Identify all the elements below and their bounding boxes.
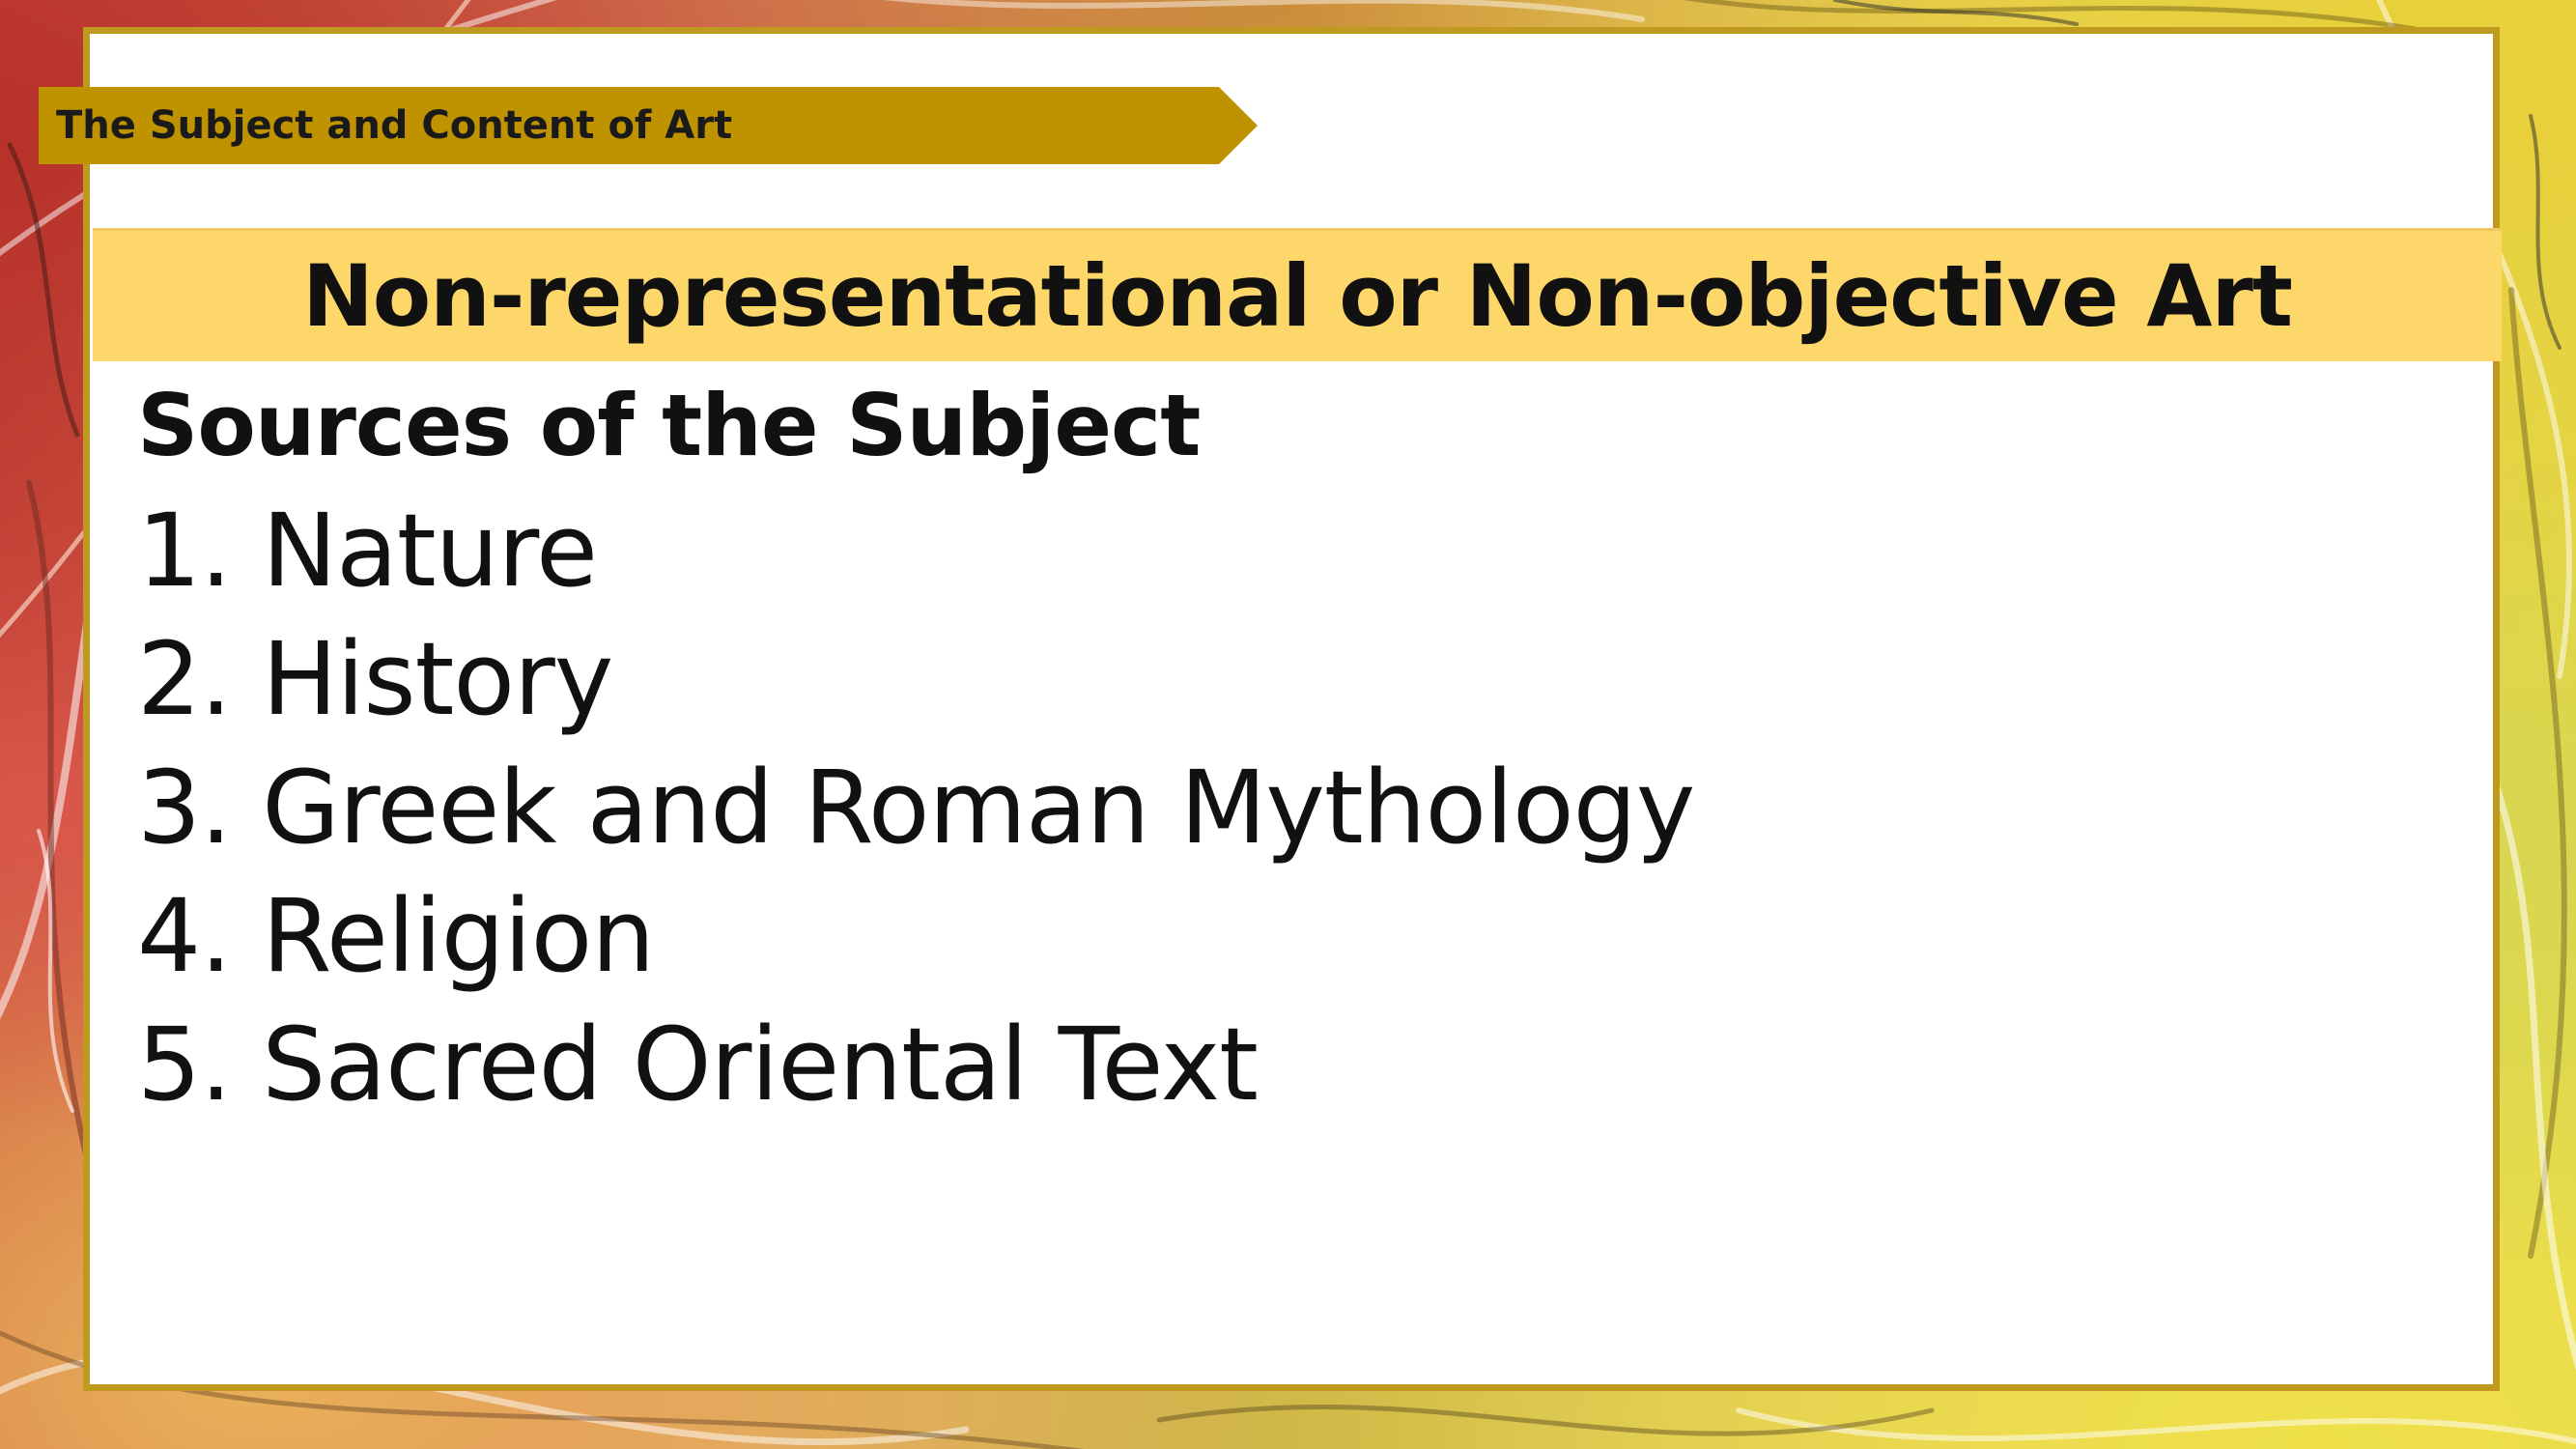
slide-body: Sources of the Subject 1. Nature 2. Hist… <box>137 365 2359 1129</box>
section-tag: The Subject and Content of Art <box>39 87 1258 164</box>
list-item-label: Sacred Oriental Text <box>262 1006 1259 1123</box>
list-item: 3. Greek and Roman Mythology <box>137 744 2359 872</box>
slide-canvas: The Subject and Content of Art Non-repre… <box>0 0 2576 1449</box>
subheading: Sources of the Subject <box>137 376 1201 475</box>
list-item-number: 3. <box>137 749 232 867</box>
list-item-number: 2. <box>137 620 232 738</box>
section-tag-label: The Subject and Content of Art <box>56 103 733 148</box>
sources-list: 1. Nature 2. History 3. Greek and Roman … <box>137 487 2359 1129</box>
list-item: 2. History <box>137 615 2359 744</box>
list-item-label: History <box>262 620 613 738</box>
list-item-number: 4. <box>137 877 232 995</box>
list-item: 4. Religion <box>137 872 2359 1001</box>
list-item-label: Greek and Roman Mythology <box>262 749 1695 867</box>
slide-title: Non-representational or Non-objective Ar… <box>302 246 2293 346</box>
list-item: 5. Sacred Oriental Text <box>137 1001 2359 1129</box>
list-item-number: 5. <box>137 1006 232 1123</box>
title-bar: Non-representational or Non-objective Ar… <box>93 228 2502 361</box>
list-item-label: Religion <box>262 877 655 995</box>
list-item-label: Nature <box>262 492 598 610</box>
list-item-number: 1. <box>137 492 232 610</box>
list-item: 1. Nature <box>137 487 2359 615</box>
